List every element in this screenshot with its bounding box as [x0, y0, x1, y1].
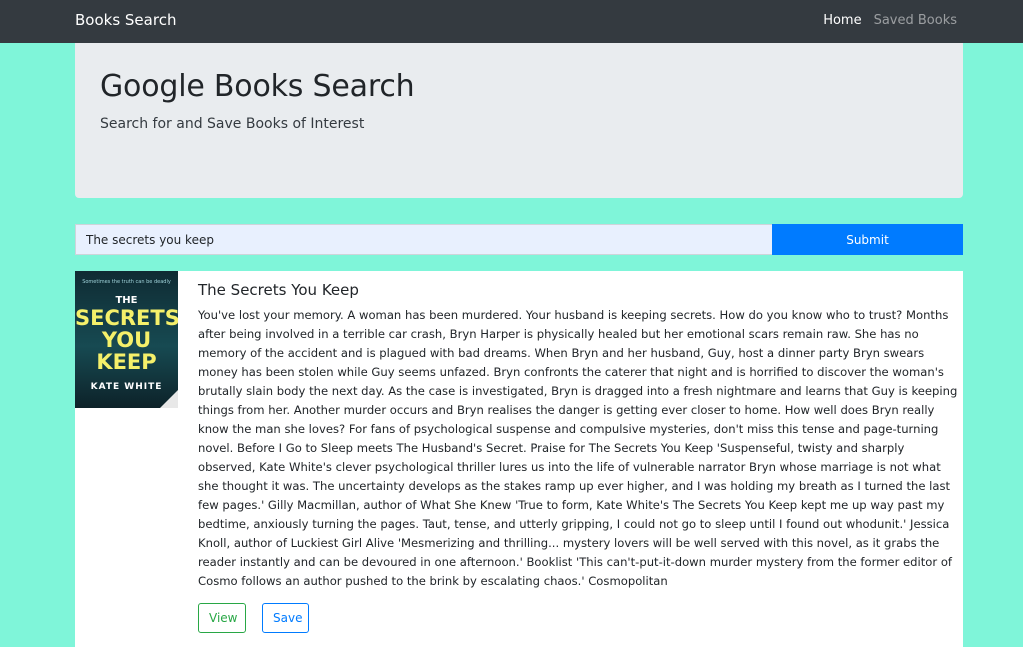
book-description: You've lost your memory. A woman has bee…	[198, 308, 958, 588]
view-button[interactable]: View	[198, 603, 246, 633]
book-cover-image: Sometimes the truth can be deadly THE SE…	[75, 271, 178, 408]
cover-page-curl	[160, 390, 178, 408]
navbar-brand[interactable]: Books Search	[75, 11, 176, 29]
book-title: The Secrets You Keep	[198, 281, 359, 299]
page-title: Google Books Search	[100, 69, 415, 104]
cover-title-art: THE SECRETS YOU KEEP	[75, 295, 178, 373]
cover-title-line: KEEP	[96, 350, 157, 374]
nav-link-saved-books[interactable]: Saved Books	[874, 13, 957, 28]
submit-button[interactable]: Submit	[772, 224, 963, 255]
page-subtitle: Search for and Save Books of Interest	[100, 116, 365, 132]
save-button[interactable]: Save	[262, 603, 309, 633]
book-result-card: Sometimes the truth can be deadly THE SE…	[75, 271, 963, 647]
navbar: Books Search Home Saved Books	[0, 0, 1023, 43]
nav-links: Home Saved Books	[823, 13, 957, 28]
jumbotron: Google Books Search Search for and Save …	[75, 43, 963, 198]
cover-tagline: Sometimes the truth can be deadly	[82, 279, 171, 285]
search-form: Submit	[75, 224, 963, 255]
cover-title-line: SECRETS	[75, 306, 178, 330]
search-input[interactable]	[75, 224, 772, 255]
cover-title-line: YOU	[101, 328, 152, 352]
nav-link-home[interactable]: Home	[823, 13, 861, 28]
